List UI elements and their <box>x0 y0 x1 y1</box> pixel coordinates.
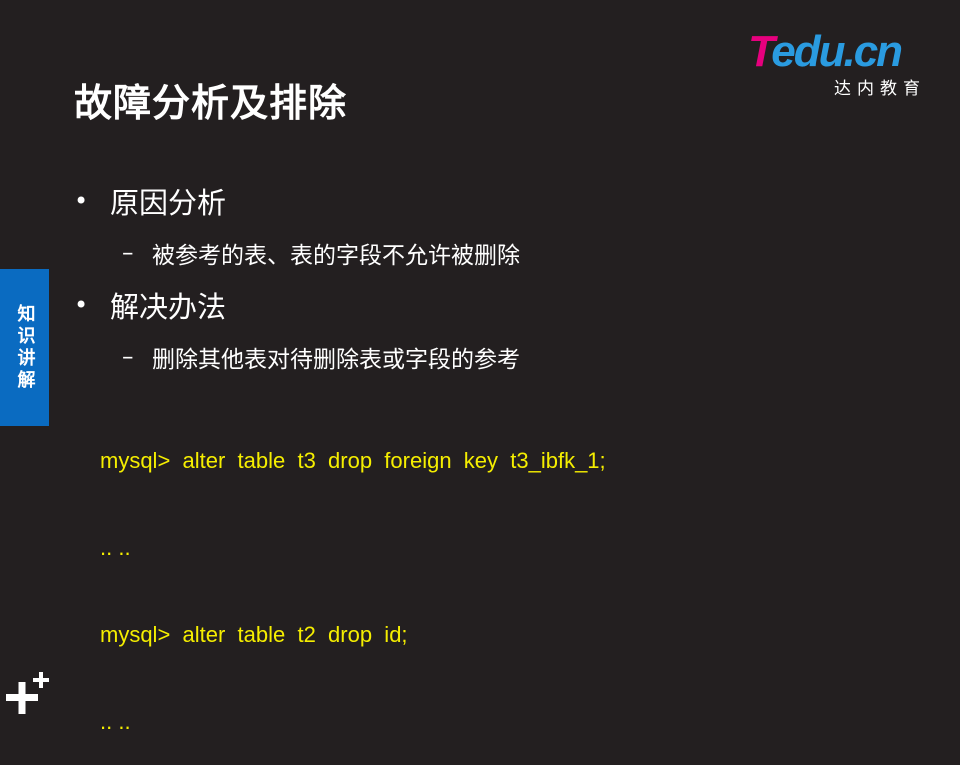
side-tab: 知识讲解 <box>0 269 49 426</box>
sub-bullet-text: 被参考的表、表的字段不允许被删除 <box>152 243 520 269</box>
bullet-item: • 原因分析 <box>74 180 226 222</box>
code-line: mysql> alter table t2 drop id; <box>100 622 408 647</box>
code-block: mysql> alter table t3 drop foreign key t… <box>100 388 606 765</box>
sub-bullet-dash: – <box>122 240 134 266</box>
logo-wordmark: Tedu.cn <box>748 27 903 76</box>
sub-bullet-dash: – <box>122 344 134 370</box>
plus-plus-icon <box>6 672 49 714</box>
sub-bullet-item: – 被参考的表、表的字段不允许被删除 <box>122 236 520 270</box>
code-line: .. .. <box>100 709 131 734</box>
side-tab-label: 知识讲解 <box>14 303 36 392</box>
bullet-dot: • <box>74 187 89 215</box>
code-line: mysql> alter table t3 drop foreign key t… <box>100 448 606 473</box>
bullet-dot: • <box>74 291 89 319</box>
logo-subtitle: 达内教育 <box>834 79 926 99</box>
bullet-item: • 解决办法 <box>74 284 226 326</box>
bullet-text: 解决办法 <box>110 290 227 324</box>
tedu-logo: Tedu.cn 达内教育 <box>748 27 928 100</box>
slide-title: 故障分析及排除 <box>74 81 348 125</box>
code-line: .. .. <box>100 535 131 560</box>
sub-bullet-text: 删除其他表对待删除表或字段的参考 <box>152 347 520 373</box>
sub-bullet-item: – 删除其他表对待删除表或字段的参考 <box>122 340 520 374</box>
bullet-text: 原因分析 <box>110 186 227 220</box>
